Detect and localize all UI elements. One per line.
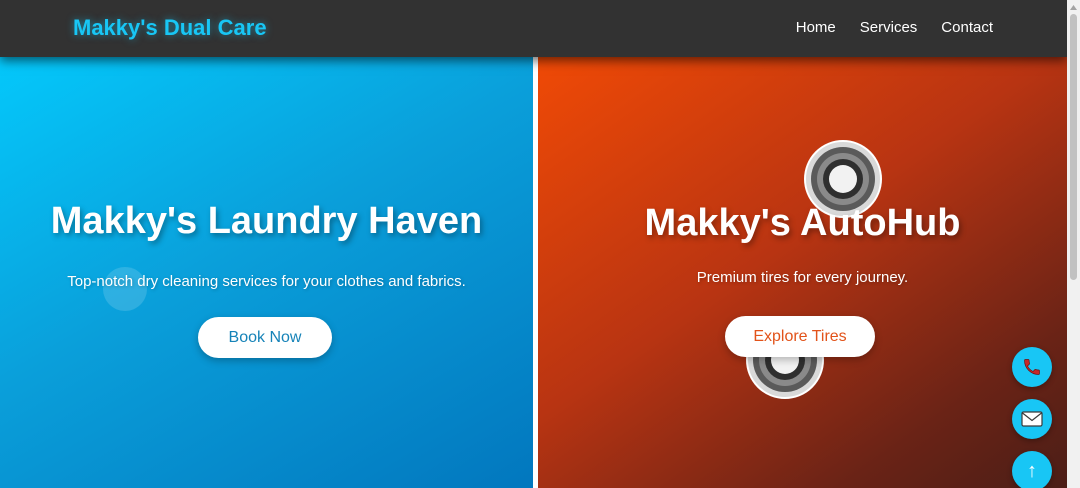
laundry-panel: Makky's Laundry Haven Top-notch dry clea… <box>0 57 533 488</box>
arrow-up-icon: ↑ <box>1027 459 1037 482</box>
page: Makky's Dual Care Home Services Contact … <box>0 0 1080 488</box>
scroll-up-arrow-icon[interactable] <box>1067 1 1080 13</box>
nav-link-services[interactable]: Services <box>860 19 918 36</box>
nav-links: Home Services Contact <box>796 19 993 36</box>
nav-link-contact[interactable]: Contact <box>941 19 993 36</box>
brand-logo[interactable]: Makky's Dual Care <box>73 15 267 41</box>
mail-icon <box>1021 411 1043 427</box>
autohub-panel: Makky's AutoHub Premium tires for every … <box>538 57 1067 488</box>
navbar: Makky's Dual Care Home Services Contact <box>0 0 1067 57</box>
book-now-button[interactable]: Book Now <box>198 317 332 358</box>
call-button[interactable] <box>1012 347 1052 387</box>
phone-icon <box>1024 359 1040 375</box>
nav-link-home[interactable]: Home <box>796 19 836 36</box>
autohub-subtitle: Premium tires for every journey. <box>696 269 909 286</box>
scrollbar-thumb[interactable] <box>1070 14 1077 280</box>
page-scrollbar[interactable] <box>1067 0 1080 488</box>
laundry-subtitle: Top-notch dry cleaning services for your… <box>67 273 466 290</box>
explore-tires-button[interactable]: Explore Tires <box>725 316 875 357</box>
email-button[interactable] <box>1012 399 1052 439</box>
laundry-title: Makky's Laundry Haven <box>50 200 483 242</box>
back-to-top-button[interactable]: ↑ <box>1012 451 1052 488</box>
autohub-title: Makky's AutoHub <box>644 202 961 244</box>
